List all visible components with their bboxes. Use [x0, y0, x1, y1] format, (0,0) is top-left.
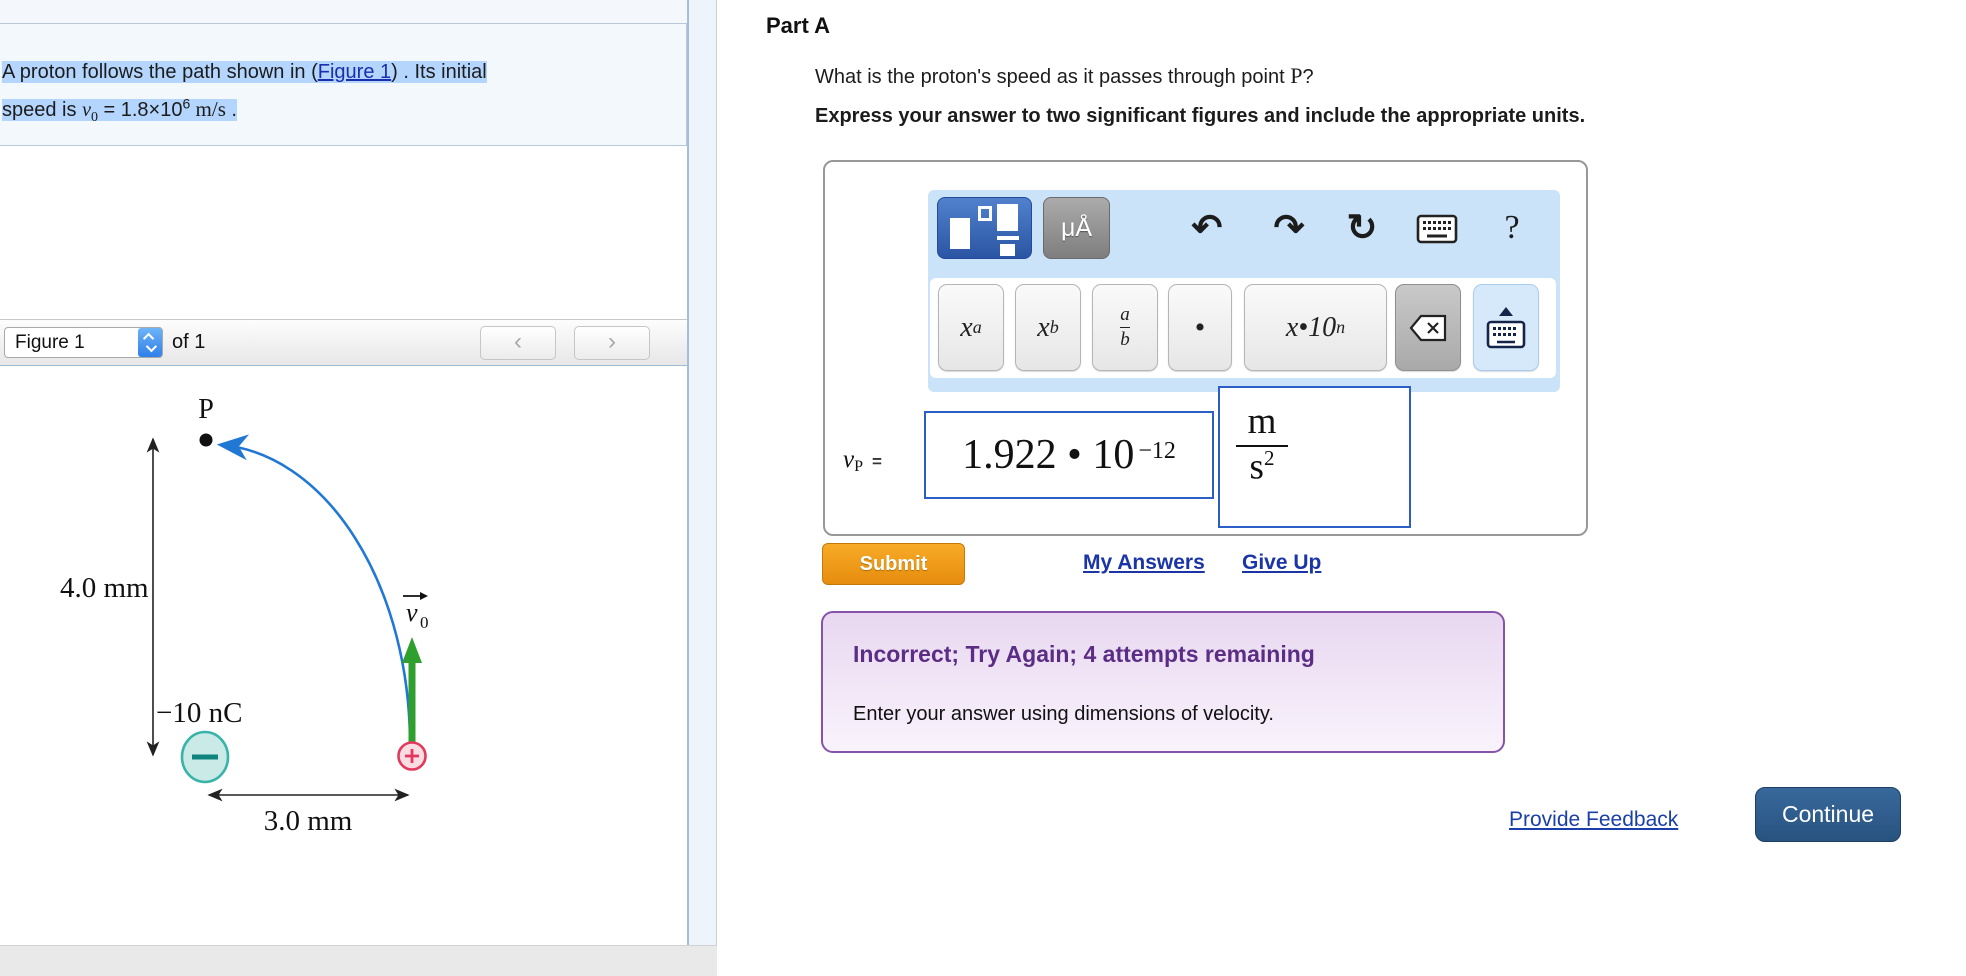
submit-button[interactable]: Submit [822, 543, 965, 585]
templates-button[interactable] [937, 197, 1032, 259]
undo-icon[interactable]: ↶ [1184, 205, 1230, 251]
problem-statement-box: A proton follows the path shown in (Figu… [0, 23, 687, 146]
horizontal-scrollbar-track[interactable] [0, 945, 717, 976]
backspace-key[interactable] [1395, 284, 1461, 371]
redo-icon[interactable]: ↷ [1266, 205, 1312, 251]
proton-path-arc [216, 434, 412, 743]
v0-label-sub: 0 [420, 613, 429, 632]
velocity-arrowhead [402, 637, 422, 663]
problem-statement: A proton follows the path shown in (Figu… [2, 57, 672, 133]
figure-prev-button[interactable]: ‹ [480, 326, 556, 360]
templates-icon-numerator [997, 204, 1018, 231]
continue-button[interactable]: Continue [1755, 787, 1901, 842]
subscript-key[interactable]: xb [1015, 284, 1081, 371]
answer-instruction: Express your answer to two significant f… [815, 105, 1586, 127]
reset-icon[interactable]: ↻ [1339, 205, 1385, 251]
templates-icon [950, 218, 970, 249]
templates-icon-fraction-bar [997, 236, 1019, 240]
point-p-label: P [198, 394, 214, 425]
templates-icon-square [978, 206, 992, 221]
answer-variable-label: v P = [843, 446, 882, 475]
question-text: What is the proton's speed as it passes … [815, 63, 1314, 88]
give-up-link[interactable]: Give Up [1242, 551, 1321, 575]
figure-toolbar: Figure 1 of 1 ‹ › [0, 319, 687, 366]
keypad-toggle-icon [1486, 306, 1526, 348]
charge-label: −10 nC [156, 697, 242, 729]
help-icon[interactable]: ? [1489, 205, 1535, 251]
backspace-icon [1409, 314, 1447, 341]
v0-label: v [406, 598, 418, 627]
superscript-key[interactable]: xa [938, 284, 1004, 371]
figure-select[interactable]: Figure 1 [4, 327, 163, 358]
feedback-panel: Incorrect; Try Again; 4 attempts remaini… [821, 611, 1505, 753]
point-p-ref: P [1290, 63, 1303, 88]
problem-line1: A proton follows the path shown in (Figu… [2, 61, 487, 83]
fraction-key[interactable]: a b [1092, 284, 1158, 371]
left-panel-top-strip [0, 0, 687, 23]
v0-vector-arrowhead [420, 592, 428, 600]
answer-units-input[interactable]: m s2 [1218, 386, 1411, 528]
figure-select-stepper-icon[interactable] [138, 328, 162, 357]
answer-value-input[interactable]: 1.922 • 10 −12 [924, 411, 1214, 499]
problem-line2: speed is v0 = 1.8×106 m/s . [2, 95, 237, 125]
mastering-physics-page: A proton follows the path shown in (Figu… [0, 0, 1966, 976]
physics-figure: 4.0 mm 3.0 mm P v 0 −10 nC [60, 394, 429, 837]
point-p-dot [199, 433, 213, 447]
feedback-hint: Enter your answer using dimensions of ve… [853, 703, 1274, 725]
provide-feedback-link[interactable]: Provide Feedback [1509, 808, 1678, 832]
panel-divider-gutter[interactable] [687, 0, 717, 976]
answer-exponent: −12 [1138, 437, 1176, 464]
templates-icon-denominator [1000, 244, 1015, 256]
keypad-toggle-key[interactable] [1473, 284, 1539, 371]
height-label: 4.0 mm [60, 572, 149, 604]
feedback-title: Incorrect; Try Again; 4 attempts remaini… [853, 641, 1315, 667]
v0-symbol: v [82, 98, 91, 121]
width-label: 3.0 mm [264, 805, 353, 837]
keyboard-icon[interactable] [1416, 214, 1458, 244]
units-button[interactable]: μÅ [1043, 197, 1110, 259]
my-answers-link[interactable]: My Answers [1083, 551, 1205, 575]
figure-1-link[interactable]: Figure 1 [318, 61, 391, 83]
figure-next-button[interactable]: › [574, 326, 650, 360]
scientific-notation-key[interactable]: x•10 n [1244, 284, 1387, 371]
units-fraction: m s2 [1236, 401, 1288, 488]
figure-select-value: Figure 1 [15, 331, 85, 353]
figure-count-label: of 1 [172, 331, 206, 353]
part-title: Part A [766, 13, 830, 38]
fraction-bar [1120, 327, 1130, 328]
multiplication-dot-key[interactable]: • [1168, 284, 1232, 371]
